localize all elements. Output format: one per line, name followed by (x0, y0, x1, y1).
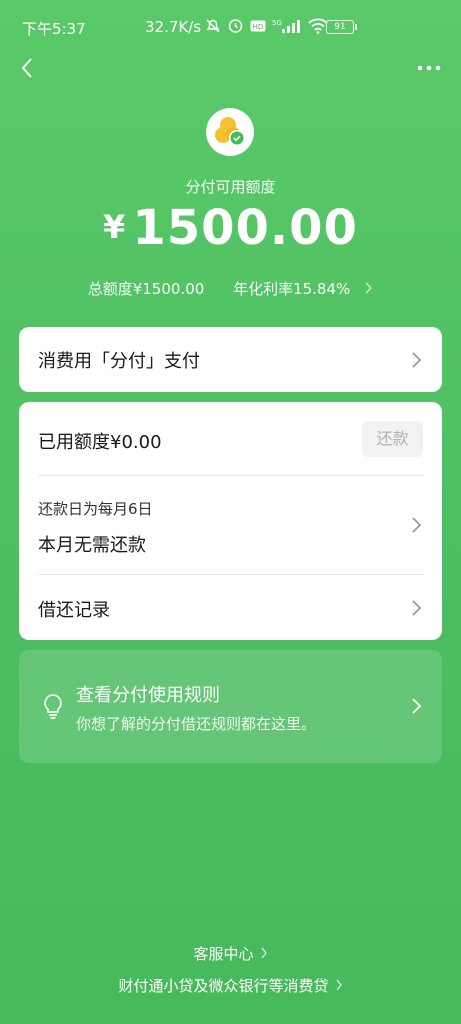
customer-service-label: 客服中心 (193, 945, 254, 963)
usage-rules-subtitle: 你想了解的分付借还规则都在这里。 (76, 715, 317, 733)
chevron-left-icon (21, 58, 32, 78)
lightbulb-icon (44, 694, 62, 719)
records-label: 借还记录 (38, 600, 110, 621)
chevron-right-icon (412, 517, 422, 533)
status-network-speed: 32.7K/s (145, 18, 202, 36)
status-bar: 下午5:37 32.7K/s HD 5G 91 (0, 0, 461, 50)
currency-symbol: ¥ (103, 208, 127, 246)
wifi-icon (308, 18, 328, 34)
status-time: 下午5:37 (22, 20, 86, 38)
available-credit-value: 1500.00 (132, 200, 358, 256)
available-credit-amount: ¥1500.00 (0, 200, 461, 256)
usage-rules-title: 查看分付使用规则 (76, 685, 220, 706)
chevron-right-icon (412, 600, 422, 616)
repay-status-label: 本月无需还款 (38, 535, 146, 556)
svg-text:HD: HD (253, 23, 264, 31)
5g-signal-icon: 5G (272, 19, 300, 33)
customer-service-link[interactable]: 客服中心 (0, 943, 461, 964)
more-button[interactable] (415, 58, 443, 78)
pay-with-fenfu-card[interactable]: 消费用「分付」支付 (19, 327, 442, 392)
chevron-right-icon (412, 352, 422, 368)
repayment-row[interactable]: 还款日为每月6日 本月无需还款 (19, 476, 442, 574)
status-icons: HD 5G (205, 17, 328, 34)
annual-rate-label: 年化利率15.84% (233, 280, 351, 298)
chevron-right-icon (335, 979, 342, 991)
lender-info-label: 财付通小贷及微众银行等消费贷 (118, 977, 329, 995)
mute-icon (206, 19, 220, 32)
hd-icon: HD (250, 20, 266, 31)
annual-rate-link[interactable]: 年化利率15.84% (225, 280, 373, 298)
usage-rules-card[interactable]: 查看分付使用规则 你想了解的分付借还规则都在这里。 (19, 650, 442, 763)
lender-info-link[interactable]: 财付通小贷及微众银行等消费贷 (0, 975, 461, 996)
battery-level: 91 (334, 22, 346, 32)
repay-button[interactable]: 还款 (362, 421, 423, 457)
back-button[interactable] (16, 56, 40, 80)
credit-usage-card: 已用额度¥0.00 还款 还款日为每月6日 本月无需还款 借还记录 (19, 402, 442, 640)
more-dots-icon (417, 65, 441, 71)
available-credit-title: 分付可用额度 (185, 178, 276, 196)
total-credit-label: 总额度¥1500.00 (87, 280, 205, 298)
fenfu-logo (206, 108, 254, 156)
pay-with-fenfu-label: 消费用「分付」支付 (38, 351, 200, 372)
chevron-right-icon (412, 698, 422, 714)
repay-day-label: 还款日为每月6日 (38, 500, 153, 518)
battery-indicator: 91 (326, 20, 357, 34)
svg-text:5G: 5G (272, 19, 282, 27)
records-row[interactable]: 借还记录 (19, 575, 442, 640)
credit-summary: 总额度¥1500.00 年化利率15.84% (0, 278, 461, 299)
alarm-icon (228, 19, 243, 33)
chevron-right-icon (260, 947, 267, 959)
chevron-right-icon (365, 282, 373, 294)
used-credit-label: 已用额度¥0.00 (38, 432, 162, 453)
